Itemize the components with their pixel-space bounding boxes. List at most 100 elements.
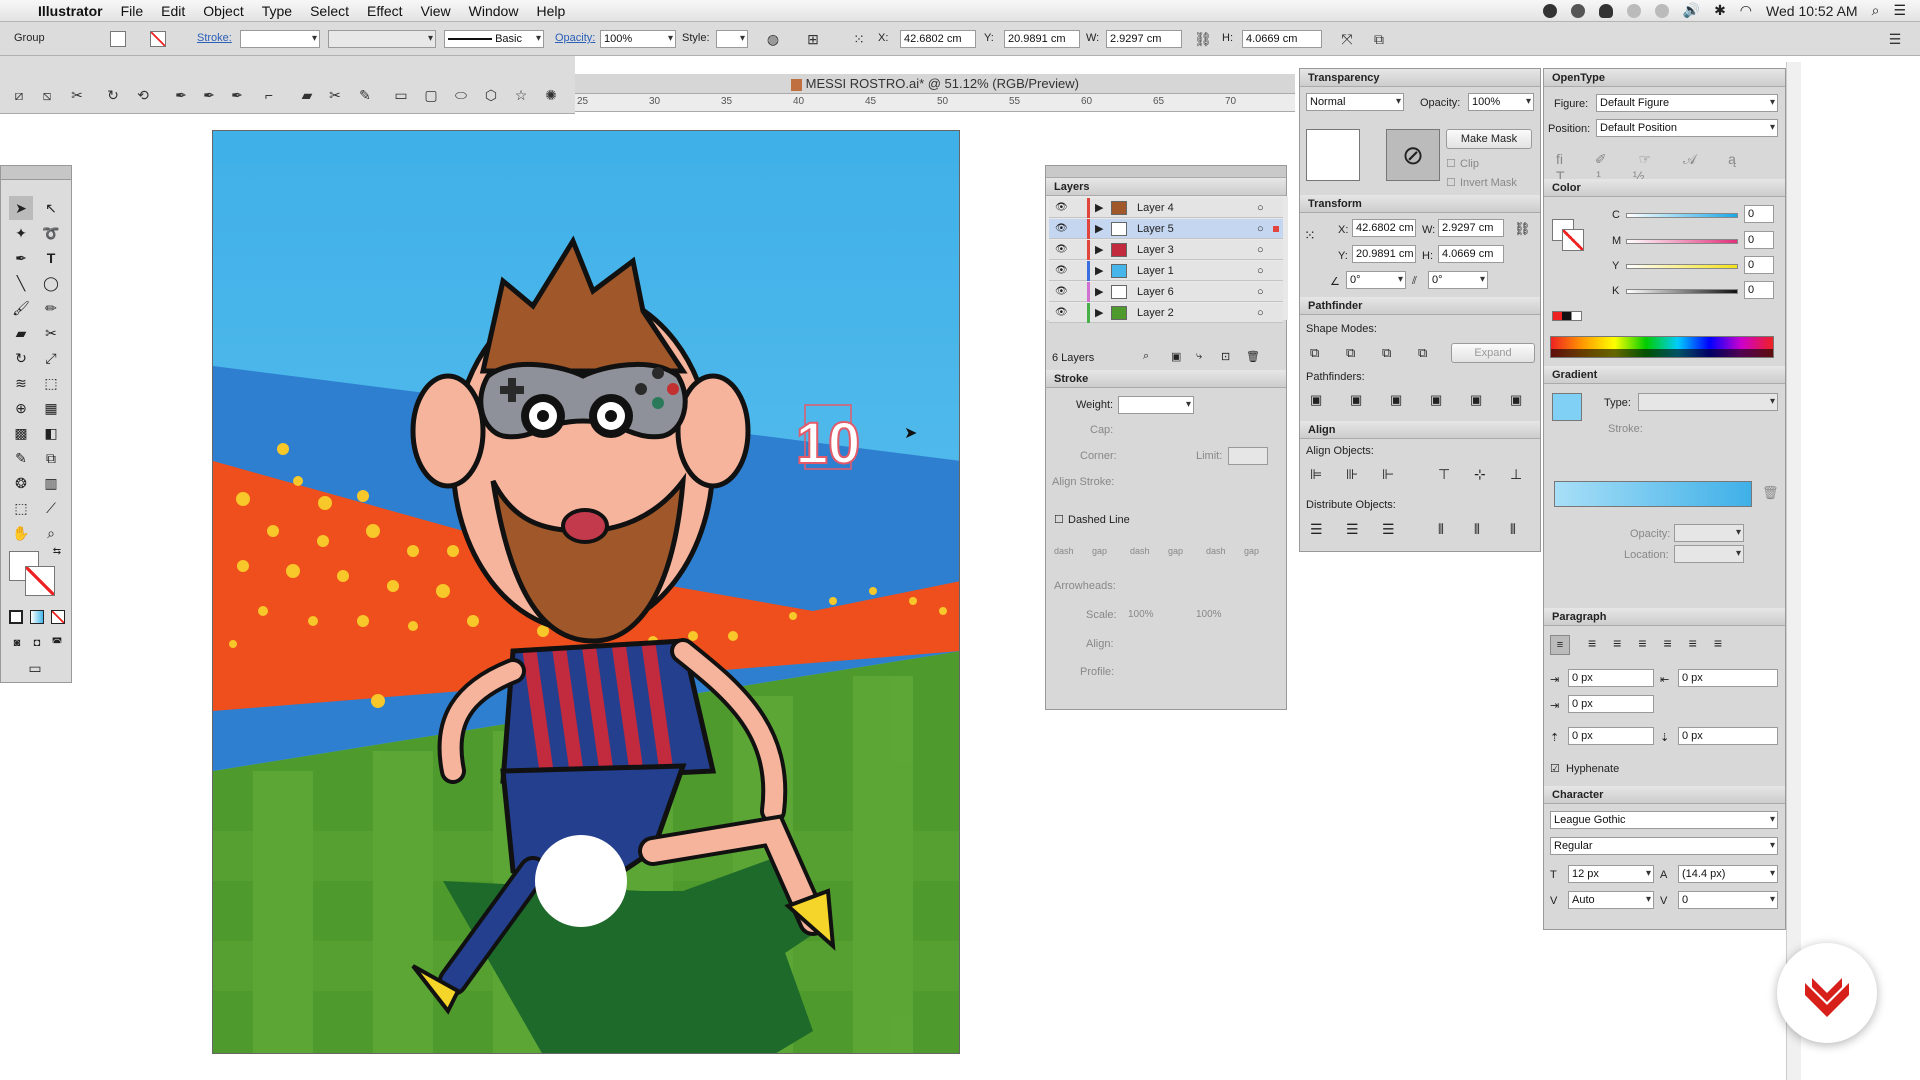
clip-checkbox[interactable]: ☐ [1446,157,1456,170]
blend-tool-icon[interactable]: ⧉ [39,446,63,470]
expand-icon[interactable]: ▶ [1095,282,1103,302]
gradient-location-input[interactable] [1674,545,1744,563]
pen-icon[interactable]: ✒ [170,84,192,106]
warp-tool-icon[interactable]: ≋ [9,371,33,395]
align-left-text-icon[interactable]: ≡ [1550,635,1570,655]
panel-menu-icon[interactable]: ☰ [1884,28,1906,50]
paintbrush-icon[interactable]: 🖌 [9,296,33,320]
brush-definition[interactable]: Basic [444,30,544,48]
pathfinder-header[interactable]: Pathfinder [1300,297,1540,315]
anchor-point-icon[interactable]: ⌐ [258,84,280,106]
layer-name[interactable]: Layer 6 [1137,282,1174,302]
k-input[interactable]: 0 [1744,281,1774,299]
panel-grip[interactable] [1046,166,1286,178]
magic-wand-icon[interactable]: ✦ [9,221,33,245]
layer-row[interactable]: 👁 ▶ Layer 3 ○ [1049,240,1283,260]
type-tool-icon[interactable]: T [39,246,63,270]
distribute-right-icon[interactable]: ⫴ [1510,521,1516,538]
eraser-icon[interactable]: ▰ [296,84,318,106]
opacity-link[interactable]: Opacity: [555,32,595,44]
m-slider[interactable] [1626,239,1738,244]
rectangle-icon[interactable]: ▭ [390,84,412,106]
expand-button[interactable]: Expand [1451,343,1535,363]
color-stroke-swatch[interactable] [1562,229,1584,251]
link-icon[interactable]: ⛓ [1514,221,1531,237]
menu-object[interactable]: Object [194,0,252,22]
align-left-icon[interactable]: ⊫ [1310,466,1322,483]
cloud-icon[interactable] [1598,3,1613,18]
font-size-input[interactable]: 12 px [1568,865,1654,883]
x-field[interactable]: 42.6802 cm [900,30,976,48]
distribute-hcenter-icon[interactable]: ⫴ [1474,521,1480,538]
align-hcenter-icon[interactable]: ⊪ [1346,466,1358,483]
menu-select[interactable]: Select [301,0,358,22]
expand-icon[interactable]: ▶ [1095,261,1103,281]
layer-row[interactable]: 👁 ▶ Layer 6 ○ [1049,282,1283,302]
tools-panel-header[interactable] [1,166,71,180]
eyedropper-tool-icon[interactable]: ✎ [9,446,33,470]
color-header[interactable]: Color [1544,179,1785,197]
document-tab[interactable]: MESSI ROSTRO.ai* @ 51.12% (RGB/Preview) [575,74,1295,94]
stroke-color-box[interactable] [25,566,55,596]
menu-file[interactable]: File [112,0,153,22]
invert-mask-checkbox[interactable]: ☐ [1446,176,1456,189]
tool-strip-a-icon[interactable]: ⧄ [8,84,30,106]
c-slider[interactable] [1626,213,1738,218]
arrange-icon[interactable]: ⧉ [1368,28,1390,50]
delete-stop-icon[interactable]: 🗑 [1762,485,1779,501]
gradient-header[interactable]: Gradient [1544,366,1785,384]
eye-icon[interactable]: 👁 [1055,219,1068,239]
color-mode-icon[interactable] [9,610,23,624]
stroke-swatch[interactable] [150,31,166,47]
spotlight-icon[interactable]: ⌕ [1872,2,1880,19]
time-machine-icon[interactable] [1654,3,1669,18]
color-spectrum[interactable] [1550,336,1774,358]
layer-name[interactable]: Layer 3 [1137,240,1174,260]
menu-window[interactable]: Window [460,0,528,22]
y-input[interactable]: 0 [1744,256,1774,274]
scissors-tool-icon[interactable]: ✂ [39,321,63,345]
record-icon[interactable] [1542,3,1557,18]
scale-end[interactable]: 100% [1196,609,1222,620]
m-input[interactable]: 0 [1744,231,1774,249]
c-input[interactable]: 0 [1744,205,1774,223]
pencil-icon[interactable]: ✏ [39,296,63,320]
layers-header[interactable]: Layers [1046,178,1286,196]
clock[interactable]: Wed 10:52 AM [1766,3,1858,19]
fill-swatch[interactable] [110,31,126,47]
gradient-swatch[interactable] [1552,393,1582,421]
align-top-icon[interactable]: ⊤ [1438,466,1450,483]
new-sublayer-icon[interactable]: ⤷ [1196,350,1202,363]
merge-icon[interactable]: ▣ [1390,392,1402,408]
scale-start[interactable]: 100% [1128,609,1154,620]
line-tool-icon[interactable]: ╲ [9,271,33,295]
none-mode-icon[interactable] [51,610,65,624]
lasso-icon[interactable]: ➰ [39,221,63,245]
distribute-left-icon[interactable]: ⫴ [1438,521,1444,538]
transparency-header[interactable]: Transparency [1300,69,1540,87]
slice-tool-icon[interactable]: ⟋ [39,496,63,520]
first-line-indent-input[interactable]: 0 px [1568,695,1654,713]
stroke-header[interactable]: Stroke [1046,370,1286,388]
layer-row[interactable]: 👁 ▶ Layer 2 ○ [1049,303,1283,323]
align-bottom-icon[interactable]: ⊥ [1510,466,1522,483]
app-menu[interactable]: Illustrator [29,0,112,22]
outline-icon[interactable]: ▣ [1470,392,1482,408]
exclude-icon[interactable]: ⧉ [1418,345,1427,361]
vertical-scrollbar[interactable] [1786,62,1801,1080]
artboard[interactable]: 10 [212,130,960,1054]
ellipse-tool-icon[interactable]: ◯ [39,271,63,295]
menu-help[interactable]: Help [527,0,574,22]
reference-point-icon[interactable]: ⁙ [1304,227,1316,244]
space-after-input[interactable]: 0 px [1678,727,1778,745]
menu-effect[interactable]: Effect [358,0,412,22]
perspective-grid-icon[interactable]: ▦ [39,396,63,420]
menu-type[interactable]: Type [253,0,301,22]
rotate-icon[interactable]: ↻ [102,84,124,106]
k-slider[interactable] [1626,289,1738,294]
transform-h-input[interactable]: 4.0669 cm [1438,245,1504,263]
delete-layer-icon[interactable]: 🗑 [1246,350,1260,363]
target-icon[interactable]: ○ [1257,240,1264,260]
align-header[interactable]: Align [1300,421,1540,439]
stroke-weight-field[interactable] [240,30,320,48]
